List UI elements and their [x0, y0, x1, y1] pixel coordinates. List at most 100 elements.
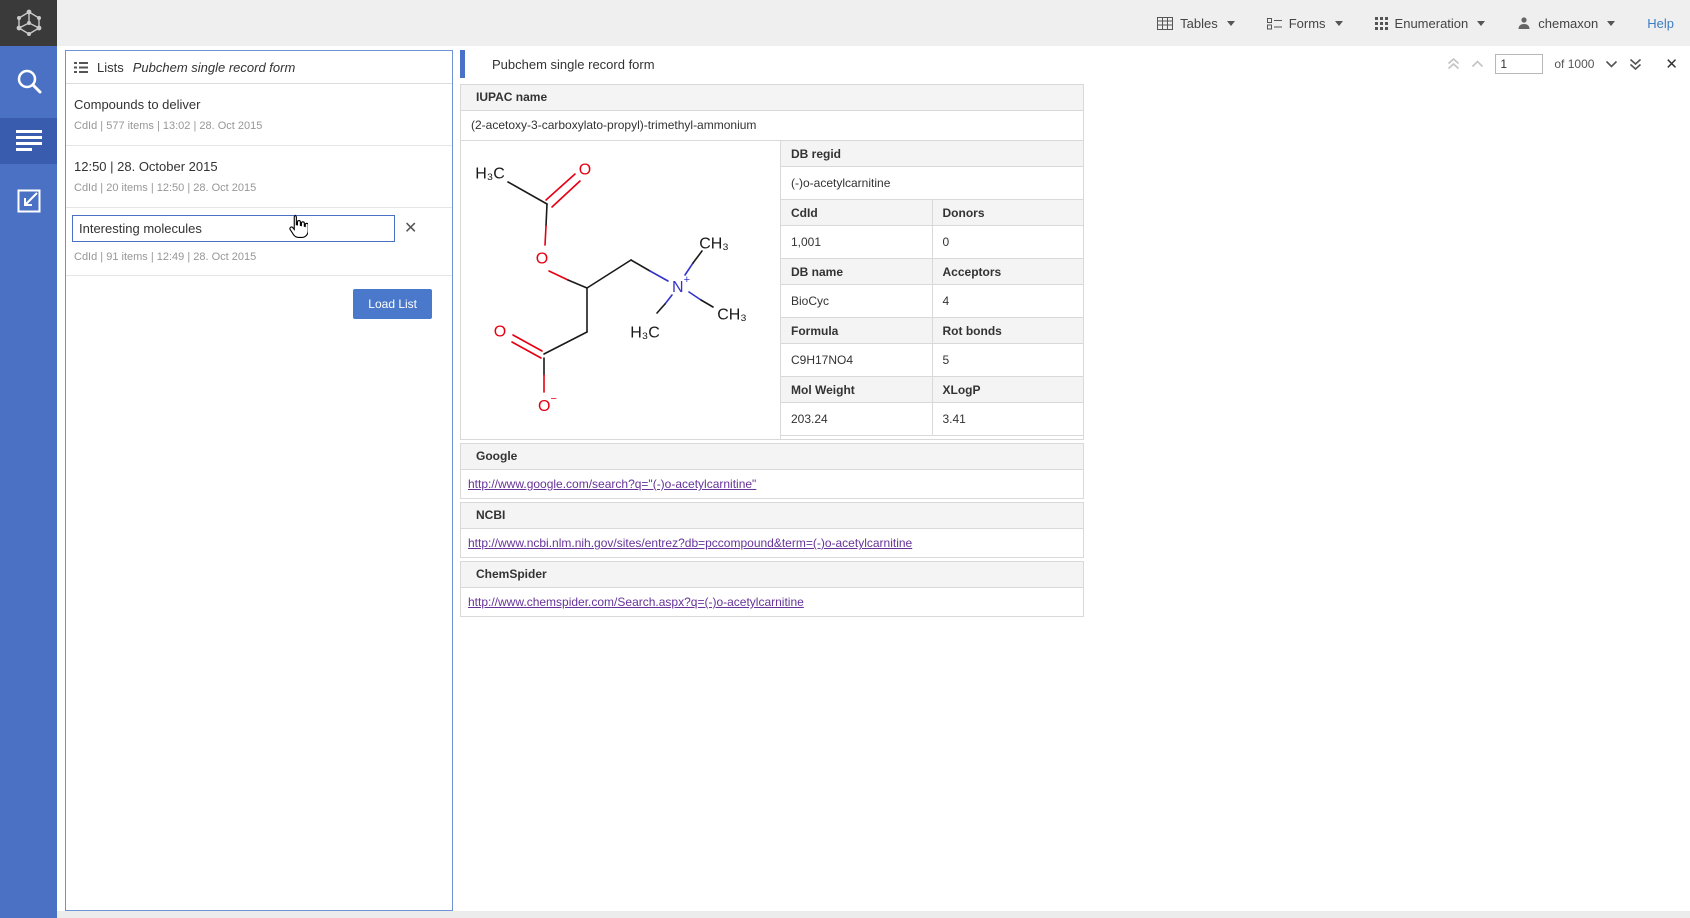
atom-label-acetyl-ch3: H₃C: [475, 165, 505, 182]
prop-label-cdid: CdId: [781, 200, 932, 226]
list-item-title: 12:50 | 28. October 2015: [74, 159, 444, 174]
list-item[interactable]: 12:50 | 28. October 2015 CdId | 20 items…: [66, 146, 452, 208]
load-list-row: Load List: [66, 276, 452, 332]
form-panel-header: Pubchem single record form of 1000: [460, 50, 1690, 78]
next-record-button[interactable]: [1605, 60, 1618, 68]
prop-label-xlogp: XLogP: [932, 377, 1084, 403]
lists-panel-header: Lists Pubchem single record form: [66, 51, 452, 84]
atom-label-ch3-top: CH₃: [699, 235, 729, 252]
lists-panel-subtitle: Pubchem single record form: [133, 60, 296, 75]
load-list-button[interactable]: Load List: [353, 289, 432, 319]
prop-value-formula: C9H17NO4: [781, 344, 932, 377]
properties-table: DB regid (-)o-acetylcarnitine CdId Donor…: [781, 141, 1083, 439]
lists-panel-title: Lists: [97, 60, 124, 75]
link-section-header-ncbi: NCBI: [460, 502, 1084, 529]
caret-down-icon: [1335, 21, 1343, 26]
form-panel: Pubchem single record form of 1000: [460, 50, 1690, 911]
record-count-label: of 1000: [1554, 57, 1594, 71]
chevron-down-icon: [1605, 60, 1618, 68]
menu-user[interactable]: chemaxon: [1517, 16, 1615, 31]
double-chevron-down-icon: [1629, 58, 1642, 70]
menu-forms[interactable]: Forms: [1267, 16, 1343, 31]
link-row: http://www.google.com/search?q="(-)o-ace…: [460, 470, 1084, 499]
prop-label-donors: Donors: [932, 200, 1084, 226]
atom-label-ch3-left: H₃C: [630, 324, 660, 341]
list-item-editing[interactable]: ✕ CdId | 91 items | 12:49 | 28. Oct 2015: [66, 208, 452, 276]
atom-label-carboxylate-o: O−: [538, 393, 557, 415]
prop-value-db-name: BioCyc: [781, 285, 932, 318]
link-section-header-google: Google: [460, 443, 1084, 470]
close-form-button[interactable]: ✕: [1665, 55, 1678, 73]
iupac-name-header: IUPAC name: [460, 84, 1084, 111]
list-item-meta: CdId | 577 items | 13:02 | 28. Oct 2015: [74, 120, 444, 132]
prop-value-rot-bonds: 5: [932, 344, 1084, 377]
help-link[interactable]: Help: [1647, 16, 1674, 31]
list-item-title: Compounds to deliver: [74, 97, 444, 112]
link-section-header-chemspider: ChemSpider: [460, 561, 1084, 588]
forms-icon: [1267, 17, 1282, 30]
structure-cell[interactable]: H₃C O O N+ CH₃ CH₃ H₃C O O−: [461, 141, 781, 439]
prop-label-formula: Formula: [781, 318, 932, 344]
lists-panel: Lists Pubchem single record form Compoun…: [65, 50, 453, 911]
caret-down-icon: [1607, 21, 1615, 26]
record-pagination: of 1000 ✕: [1447, 50, 1678, 78]
export-icon: [15, 187, 43, 215]
panel-accent-bar: [460, 50, 465, 78]
prop-label-mol-weight: Mol Weight: [781, 377, 932, 403]
ncbi-search-link[interactable]: http://www.ncbi.nlm.nih.gov/sites/entrez…: [468, 536, 912, 550]
search-icon: [14, 66, 44, 96]
prop-value-db-regid: (-)o-acetylcarnitine: [781, 167, 1083, 200]
atom-label-carboxyl-o: O: [493, 323, 505, 340]
prop-label-rot-bonds: Rot bonds: [932, 318, 1084, 344]
prop-value-cdid: 1,001: [781, 226, 932, 259]
enumeration-icon: [1375, 17, 1388, 30]
menu-tables-label: Tables: [1180, 16, 1218, 31]
molecule-structure: H₃C O O N+ CH₃ CH₃ H₃C O O−: [463, 143, 779, 438]
atom-label-carbonyl-o: O: [578, 161, 590, 178]
google-search-link[interactable]: http://www.google.com/search?q="(-)o-ace…: [468, 477, 756, 491]
link-row: http://www.ncbi.nlm.nih.gov/sites/entrez…: [460, 529, 1084, 558]
previous-record-button[interactable]: [1471, 60, 1484, 68]
menu-forms-label: Forms: [1289, 16, 1326, 31]
menu-user-label: chemaxon: [1538, 16, 1598, 31]
horizontal-scrollbar[interactable]: [57, 911, 1690, 918]
list-item[interactable]: Compounds to deliver CdId | 577 items | …: [66, 84, 452, 146]
prop-label-db-regid: DB regid: [781, 141, 1083, 167]
link-row: http://www.chemspider.com/Search.aspx?q=…: [460, 588, 1084, 617]
list-rename-row: ✕: [72, 215, 444, 242]
sidebar-item-search[interactable]: [0, 58, 57, 104]
record-number-input[interactable]: [1495, 54, 1543, 74]
iupac-name-value: (2-acetoxy-3-carboxylato-propyl)-trimeth…: [460, 111, 1084, 141]
sidebar-item-lists[interactable]: [0, 118, 57, 164]
lists-icon: [16, 130, 42, 152]
prop-label-db-name: DB name: [781, 259, 932, 285]
app-logo[interactable]: [0, 0, 57, 46]
molecule-logo-icon: [11, 7, 47, 39]
sidebar-item-export[interactable]: [0, 178, 57, 224]
list-icon: [74, 62, 88, 73]
clear-edit-icon[interactable]: ✕: [404, 221, 417, 237]
user-icon: [1517, 16, 1531, 30]
sidebar: [0, 46, 57, 918]
atom-label-ester-o: O: [535, 250, 547, 267]
record-form: IUPAC name (2-acetoxy-3-carboxylato-prop…: [460, 84, 1084, 617]
menu-enumeration[interactable]: Enumeration: [1375, 16, 1486, 31]
atom-label-nitrogen: N+: [672, 274, 690, 296]
first-record-button[interactable]: [1447, 58, 1460, 70]
prop-label-acceptors: Acceptors: [932, 259, 1084, 285]
chemspider-search-link[interactable]: http://www.chemspider.com/Search.aspx?q=…: [468, 595, 804, 609]
prop-value-acceptors: 4: [932, 285, 1084, 318]
prop-value-mol-weight: 203.24: [781, 403, 932, 436]
form-title: Pubchem single record form: [492, 57, 655, 72]
list-item-meta: CdId | 20 items | 12:50 | 28. Oct 2015: [74, 182, 444, 194]
last-record-button[interactable]: [1629, 58, 1642, 70]
chevron-up-icon: [1471, 60, 1484, 68]
caret-down-icon: [1477, 21, 1485, 26]
double-chevron-up-icon: [1447, 58, 1460, 70]
topbar: Tables Forms Enumeration: [0, 0, 1690, 46]
menu-enumeration-label: Enumeration: [1395, 16, 1469, 31]
menu-tables[interactable]: Tables: [1157, 16, 1235, 31]
list-name-input[interactable]: [72, 215, 395, 242]
tables-icon: [1157, 17, 1173, 30]
prop-value-donors: 0: [932, 226, 1084, 259]
